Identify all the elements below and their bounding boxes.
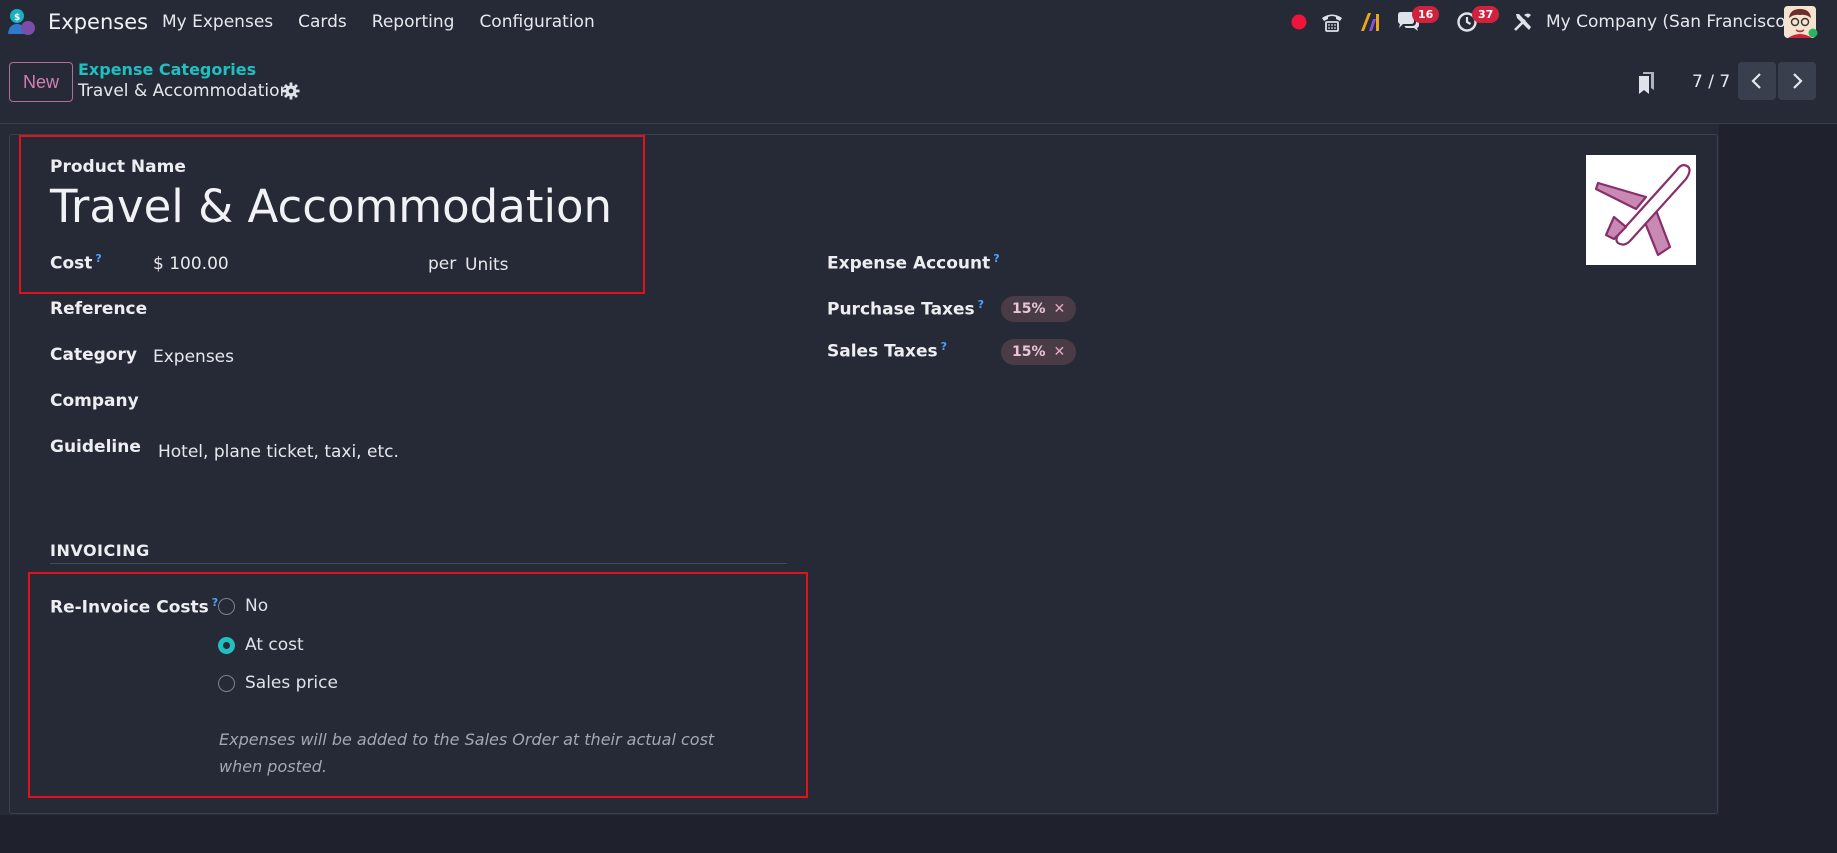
category-label: Category — [50, 345, 137, 365]
radio-button[interactable] — [218, 597, 235, 615]
menu-configuration[interactable]: Configuration — [479, 12, 594, 32]
radio-option-sales-price[interactable]: Sales price — [218, 673, 338, 693]
category-field[interactable]: Expenses — [153, 347, 234, 367]
help-icon: ? — [95, 252, 102, 265]
company-label: Company — [50, 391, 139, 411]
help-icon: ? — [993, 252, 1000, 265]
invoicing-section-title: INVOICING — [50, 541, 150, 560]
section-divider — [50, 563, 787, 564]
breadcrumb-parent[interactable]: Expense Categories — [78, 60, 256, 79]
guideline-field[interactable]: Hotel, plane ticket, taxi, etc. — [158, 442, 399, 462]
guideline-label: Guideline — [50, 437, 141, 457]
pager-value[interactable]: 7 / 7 — [1692, 72, 1730, 92]
radio-option-no[interactable]: No — [218, 596, 268, 616]
cost-label: Cost? — [50, 252, 102, 274]
tools-icon[interactable] — [1512, 11, 1534, 33]
purchase-taxes-label: Purchase Taxes? — [827, 298, 985, 320]
gear-icon[interactable] — [282, 82, 300, 100]
activities-badge: 37 — [1472, 6, 1500, 23]
product-image[interactable] — [1586, 155, 1696, 265]
product-name-label: Product Name — [50, 157, 186, 177]
tag-remove-icon[interactable]: ✕ — [1054, 301, 1066, 317]
page-background-bottom — [0, 815, 1837, 853]
purchase-tax-tag[interactable]: 15% ✕ — [1001, 296, 1077, 322]
app-icon[interactable]: $ — [6, 8, 36, 36]
page-background-right — [1719, 124, 1837, 853]
uom-field[interactable]: Units — [465, 255, 508, 275]
document-icon[interactable] — [1636, 70, 1658, 96]
menu-my-expenses[interactable]: My Expenses — [162, 12, 273, 32]
per-label: per — [428, 254, 457, 274]
sales-taxes-label: Sales Taxes? — [827, 340, 947, 362]
help-icon: ? — [940, 340, 947, 353]
main-menu: My Expenses Cards Reporting Configuratio… — [162, 12, 620, 32]
reinvoice-help-text: Expenses will be added to the Sales Orde… — [219, 730, 715, 776]
menu-cards[interactable]: Cards — [298, 12, 347, 32]
company-switcher[interactable]: My Company (San Francisco) — [1546, 12, 1792, 32]
top-navbar: $ Expenses My Expenses Cards Reporting C… — [0, 0, 1837, 44]
reference-label: Reference — [50, 299, 148, 319]
chevron-left-icon — [1751, 73, 1761, 89]
breadcrumb-current: Travel & Accommodation — [78, 81, 291, 101]
radio-button-selected[interactable] — [218, 636, 235, 654]
record-dot-icon[interactable] — [1290, 13, 1308, 31]
phone-icon[interactable] — [1320, 10, 1344, 34]
svg-text:$: $ — [14, 13, 20, 23]
messages-badge: 16 — [1412, 6, 1440, 23]
new-button[interactable]: New — [9, 62, 73, 102]
airplane-icon — [1594, 163, 1691, 257]
tag-remove-icon[interactable]: ✕ — [1054, 344, 1066, 360]
sales-tax-tag[interactable]: 15% ✕ — [1001, 339, 1077, 365]
help-icon: ? — [977, 298, 985, 311]
ai-icon[interactable] — [1358, 10, 1382, 34]
reinvoice-costs-label: Re-Invoice Costs? — [50, 596, 219, 618]
online-status-icon — [1808, 28, 1818, 38]
pager-previous-button[interactable] — [1738, 62, 1776, 100]
product-name-input[interactable]: Travel & Accommodation — [50, 180, 612, 233]
expense-account-label: Expense Account? — [827, 252, 1000, 274]
radio-option-at-cost[interactable]: At cost — [218, 635, 304, 655]
cost-input[interactable]: $ 100.00 — [153, 254, 229, 274]
pager-next-button[interactable] — [1778, 62, 1816, 100]
menu-reporting[interactable]: Reporting — [372, 12, 455, 32]
chevron-right-icon — [1793, 73, 1803, 89]
app-title[interactable]: Expenses — [48, 10, 148, 34]
control-panel: New Expense Categories Travel & Accommod… — [0, 48, 1837, 124]
radio-button[interactable] — [218, 674, 235, 692]
